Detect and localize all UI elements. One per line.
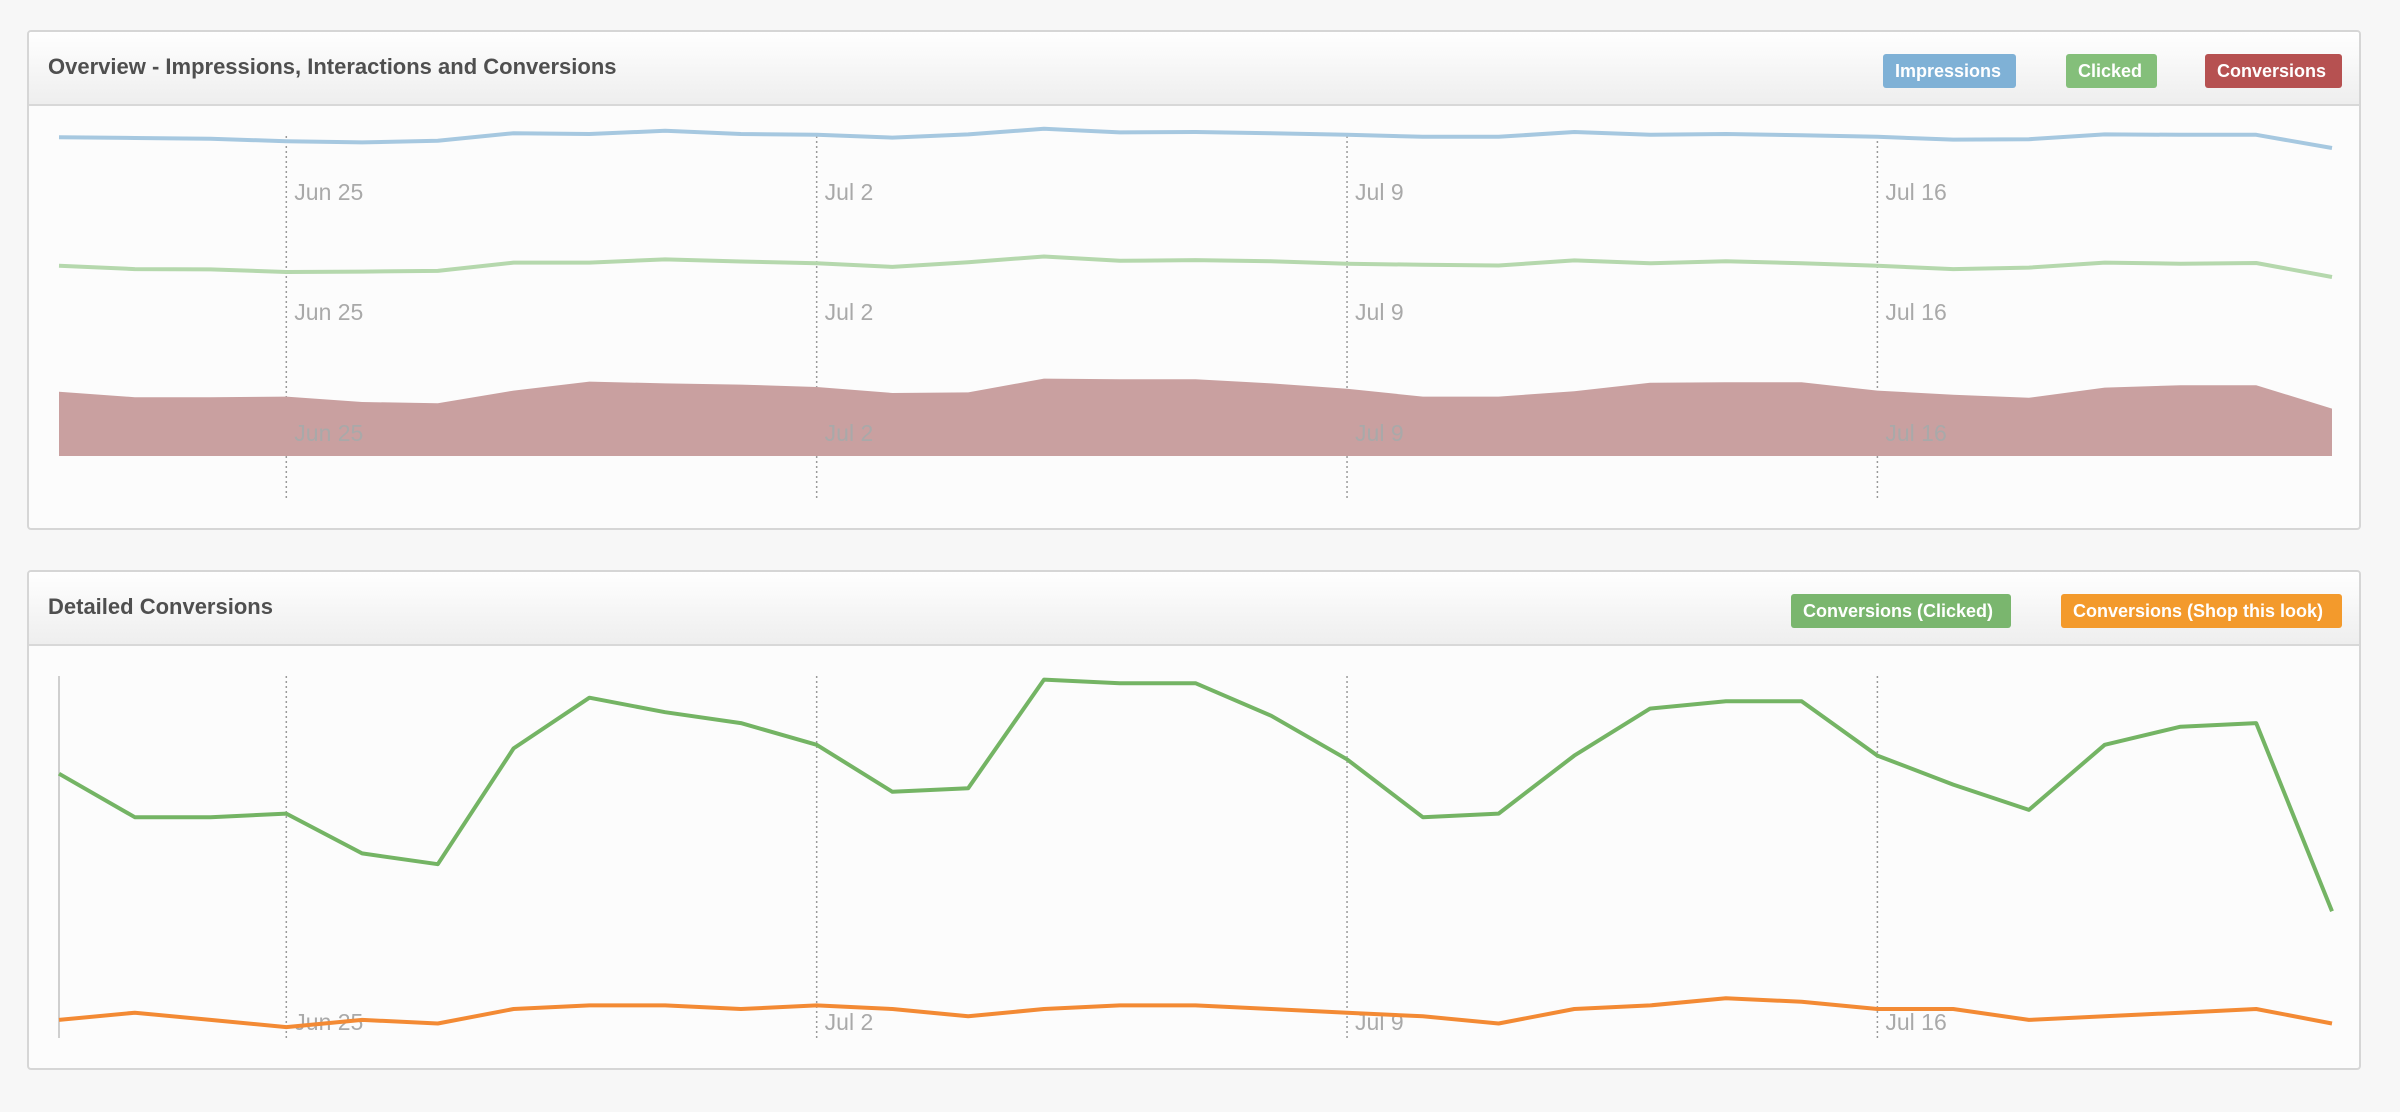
series-conversions-area bbox=[59, 378, 2332, 456]
tick-label-jul-2: Jul 2 bbox=[825, 179, 874, 205]
detailed-conversions-chart: Jun 25 Jul 2 Jul 9 Jul 16 bbox=[58, 676, 2334, 1038]
legend-conversions-shop-this-look-badge[interactable]: Conversions (Shop this look) bbox=[2061, 594, 2342, 628]
tick-label-jul-16: Jul 16 bbox=[1885, 179, 1946, 205]
overview-panel-title: Overview - Impressions, Interactions and… bbox=[48, 54, 617, 79]
overview-panel: Overview - Impressions, Interactions and… bbox=[27, 30, 2361, 530]
legend-conversions-badge[interactable]: Conversions bbox=[2205, 54, 2342, 88]
tick-label-jun-25: Jun 25 bbox=[294, 179, 363, 205]
tick-label-jul-2: Jul 2 bbox=[825, 299, 874, 325]
tick-label-jun-25: Jun 25 bbox=[294, 420, 363, 446]
tick-label-jul-16: Jul 16 bbox=[1885, 1009, 1946, 1035]
legend-impressions-badge[interactable]: Impressions bbox=[1883, 54, 2016, 88]
tick-label-jul-9: Jul 9 bbox=[1355, 420, 1404, 446]
series-impressions-line bbox=[58, 126, 2333, 150]
legend-conversions-clicked-badge[interactable]: Conversions (Clicked) bbox=[1791, 594, 2011, 628]
legend-clicked-badge[interactable]: Clicked bbox=[2066, 54, 2157, 88]
series-conversions-shop-this-look-line bbox=[58, 996, 2333, 1030]
overview-chart: Jun 25 Jul 2 Jul 9 Jul 16 Jun 25 Jul 2 Jul 9 Ju… bbox=[58, 126, 2333, 498]
detailed-panel-header: Detailed Conversions Conversions (Clicke… bbox=[29, 572, 2359, 646]
tick-label-jul-2: Jul 2 bbox=[825, 1009, 874, 1035]
tick-label-jul-9: Jul 9 bbox=[1355, 299, 1404, 325]
tick-label-jul-9: Jul 9 bbox=[1355, 179, 1404, 205]
tick-label-jul-16: Jul 16 bbox=[1885, 420, 1946, 446]
series-conversions-clicked-line bbox=[58, 677, 2334, 913]
tick-label-jul-2: Jul 2 bbox=[825, 420, 874, 446]
detailed-panel-title: Detailed Conversions bbox=[48, 594, 273, 619]
tick-label-jun-25: Jun 25 bbox=[294, 299, 363, 325]
detailed-conversions-panel: Detailed Conversions Conversions (Clicke… bbox=[27, 570, 2361, 1070]
series-clicked-line bbox=[58, 254, 2333, 279]
overview-panel-header: Overview - Impressions, Interactions and… bbox=[29, 32, 2359, 106]
tick-label-jul-16: Jul 16 bbox=[1885, 299, 1946, 325]
